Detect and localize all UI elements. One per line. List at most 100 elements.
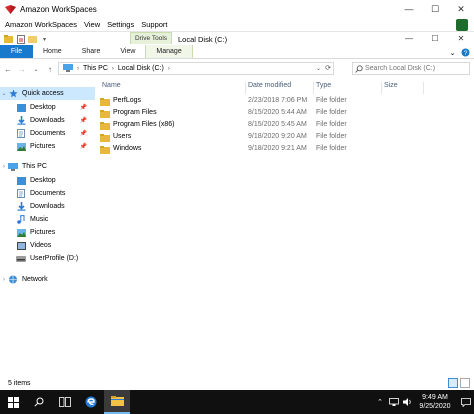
explorer-window-title: Local Disk (C:): [178, 35, 228, 44]
taskbar-clock[interactable]: 9:49 AM 9/25/2020: [416, 393, 454, 411]
pin-icon: 📌: [79, 144, 87, 150]
large-icons-view-icon[interactable]: [460, 378, 470, 388]
chevron-down-icon[interactable]: ▾: [40, 35, 49, 44]
file-type: File folder: [316, 109, 347, 116]
nav-pc-downloads-label: Downloads: [30, 203, 65, 210]
nav-quick-documents[interactable]: Documents 📌: [0, 127, 95, 140]
maximize-button[interactable]: ☐: [422, 0, 448, 18]
file-name: PerfLogs: [113, 97, 142, 104]
menu-settings[interactable]: Settings: [107, 20, 134, 29]
address-bar[interactable]: › This PC › Local Disk (C:) › ⌄ ⟳: [58, 62, 334, 75]
address-dropdown-chevron-icon[interactable]: ⌄: [316, 65, 321, 72]
edge-button[interactable]: [78, 390, 104, 414]
pin-icon: 📌: [79, 118, 87, 124]
new-folder-icon[interactable]: [28, 35, 37, 44]
explorer-maximize-button[interactable]: ☐: [422, 32, 448, 44]
tab-view[interactable]: View: [110, 45, 145, 58]
chevron-right-icon[interactable]: ›: [0, 277, 8, 283]
column-header-type[interactable]: Type: [316, 82, 382, 94]
nav-pc-pictures-label: Pictures: [30, 229, 56, 236]
minimize-button[interactable]: —: [396, 0, 422, 18]
address-separator-icon[interactable]: ›: [77, 66, 79, 72]
chevron-right-icon[interactable]: ›: [0, 164, 8, 170]
clock-date: 9/25/2020: [419, 403, 451, 410]
workspaces-titlebar: Amazon WorkSpaces — ☐ ✕: [0, 0, 474, 18]
forward-arrow-icon[interactable]: →: [16, 62, 28, 76]
pictures-icon: [16, 228, 26, 237]
volume-icon[interactable]: [402, 390, 414, 414]
start-button[interactable]: [0, 390, 26, 414]
nav-pc-documents[interactable]: Documents: [0, 187, 95, 200]
explorer-close-button[interactable]: ✕: [448, 32, 474, 44]
table-row[interactable]: Program Files (x86) 8/15/2020 5:45 AM Fi…: [96, 120, 474, 132]
nav-pc-userprofile-label: UserProfile (D:): [30, 255, 79, 262]
nav-pc-videos-label: Videos: [30, 242, 52, 249]
edge-icon: [85, 396, 97, 408]
tab-manage[interactable]: Manage: [145, 45, 193, 58]
table-row[interactable]: PerfLogs 2/23/2018 7:06 PM File folder: [96, 96, 474, 108]
nav-pc-music[interactable]: Music: [0, 213, 95, 226]
nav-network[interactable]: › Network: [0, 273, 95, 286]
address-separator-icon[interactable]: ›: [168, 66, 170, 72]
desktop-icon: [16, 176, 26, 185]
recent-locations-chevron-icon[interactable]: ⌄: [30, 62, 42, 76]
column-headers: Name Date modified Type Size: [96, 80, 474, 94]
nav-this-pc[interactable]: › This PC: [0, 160, 95, 173]
address-segment-this-pc[interactable]: This PC: [83, 65, 108, 72]
notification-icon[interactable]: [458, 390, 474, 414]
file-type: File folder: [316, 97, 347, 104]
table-row[interactable]: Program Files 8/15/2020 5:44 AM File fol…: [96, 108, 474, 120]
search-button[interactable]: [26, 390, 52, 414]
videos-icon: [16, 241, 26, 250]
address-separator-icon[interactable]: ›: [112, 66, 114, 72]
nav-quick-desktop[interactable]: Desktop 📌: [0, 101, 95, 114]
back-arrow-icon[interactable]: ←: [2, 62, 14, 76]
up-arrow-icon[interactable]: ↑: [44, 62, 56, 76]
column-header-name[interactable]: Name: [102, 82, 246, 94]
explorer-minimize-button[interactable]: —: [396, 32, 422, 44]
chevron-down-icon[interactable]: ⌄: [448, 48, 457, 57]
chevron-up-icon[interactable]: ⌃: [374, 390, 386, 414]
search-input[interactable]: [365, 65, 465, 72]
search-box[interactable]: [352, 62, 470, 75]
nav-quick-desktop-label: Desktop: [30, 104, 56, 111]
explorer-window-controls: — ☐ ✕: [396, 32, 474, 44]
folder-icon: [110, 396, 124, 406]
file-explorer-button[interactable]: [104, 390, 130, 414]
chevron-down-icon[interactable]: ⌄: [0, 90, 8, 97]
nav-quick-pictures[interactable]: Pictures 📌: [0, 140, 95, 153]
folder-icon: [100, 110, 110, 118]
column-header-size[interactable]: Size: [384, 82, 424, 94]
file-list: Name Date modified Type Size PerfLogs 2/…: [96, 80, 474, 376]
nav-quick-access[interactable]: ⌄ Quick access: [0, 87, 95, 100]
network-icon[interactable]: [388, 390, 400, 414]
ribbon-tabs: File Home Share View Manage ⌄ ?: [0, 45, 474, 59]
close-button[interactable]: ✕: [448, 0, 474, 18]
nav-pc-videos[interactable]: Videos: [0, 239, 95, 252]
nav-pc-userprofile-drive[interactable]: UserProfile (D:): [0, 252, 95, 265]
menu-view[interactable]: View: [84, 20, 100, 29]
refresh-icon[interactable]: ⟳: [325, 64, 331, 72]
folder-icon: [100, 146, 110, 154]
task-view-button[interactable]: [52, 390, 78, 414]
nav-pc-downloads[interactable]: Downloads: [0, 200, 95, 213]
table-row[interactable]: Windows 9/18/2020 9:21 AM File folder: [96, 144, 474, 156]
file-name: Windows: [113, 145, 142, 152]
connection-status-icon[interactable]: [456, 19, 468, 31]
column-header-date-modified[interactable]: Date modified: [248, 82, 314, 94]
nav-quick-downloads[interactable]: Downloads 📌: [0, 114, 95, 127]
properties-icon[interactable]: [16, 34, 25, 44]
help-icon[interactable]: ?: [461, 48, 470, 57]
menu-amazon-workspaces[interactable]: Amazon WorkSpaces: [5, 20, 77, 29]
menu-support[interactable]: Support: [141, 20, 167, 29]
tab-home[interactable]: Home: [33, 45, 72, 58]
tab-file[interactable]: File: [0, 45, 33, 58]
details-view-icon[interactable]: [448, 378, 458, 388]
nav-pc-desktop[interactable]: Desktop: [0, 174, 95, 187]
table-row[interactable]: Users 9/18/2020 9:20 AM File folder: [96, 132, 474, 144]
nav-pc-documents-label: Documents: [30, 190, 66, 197]
nav-this-pc-label: This PC: [22, 163, 47, 170]
address-segment-local-disk[interactable]: Local Disk (C:): [118, 65, 164, 72]
tab-share[interactable]: Share: [72, 45, 111, 58]
nav-pc-pictures[interactable]: Pictures: [0, 226, 95, 239]
